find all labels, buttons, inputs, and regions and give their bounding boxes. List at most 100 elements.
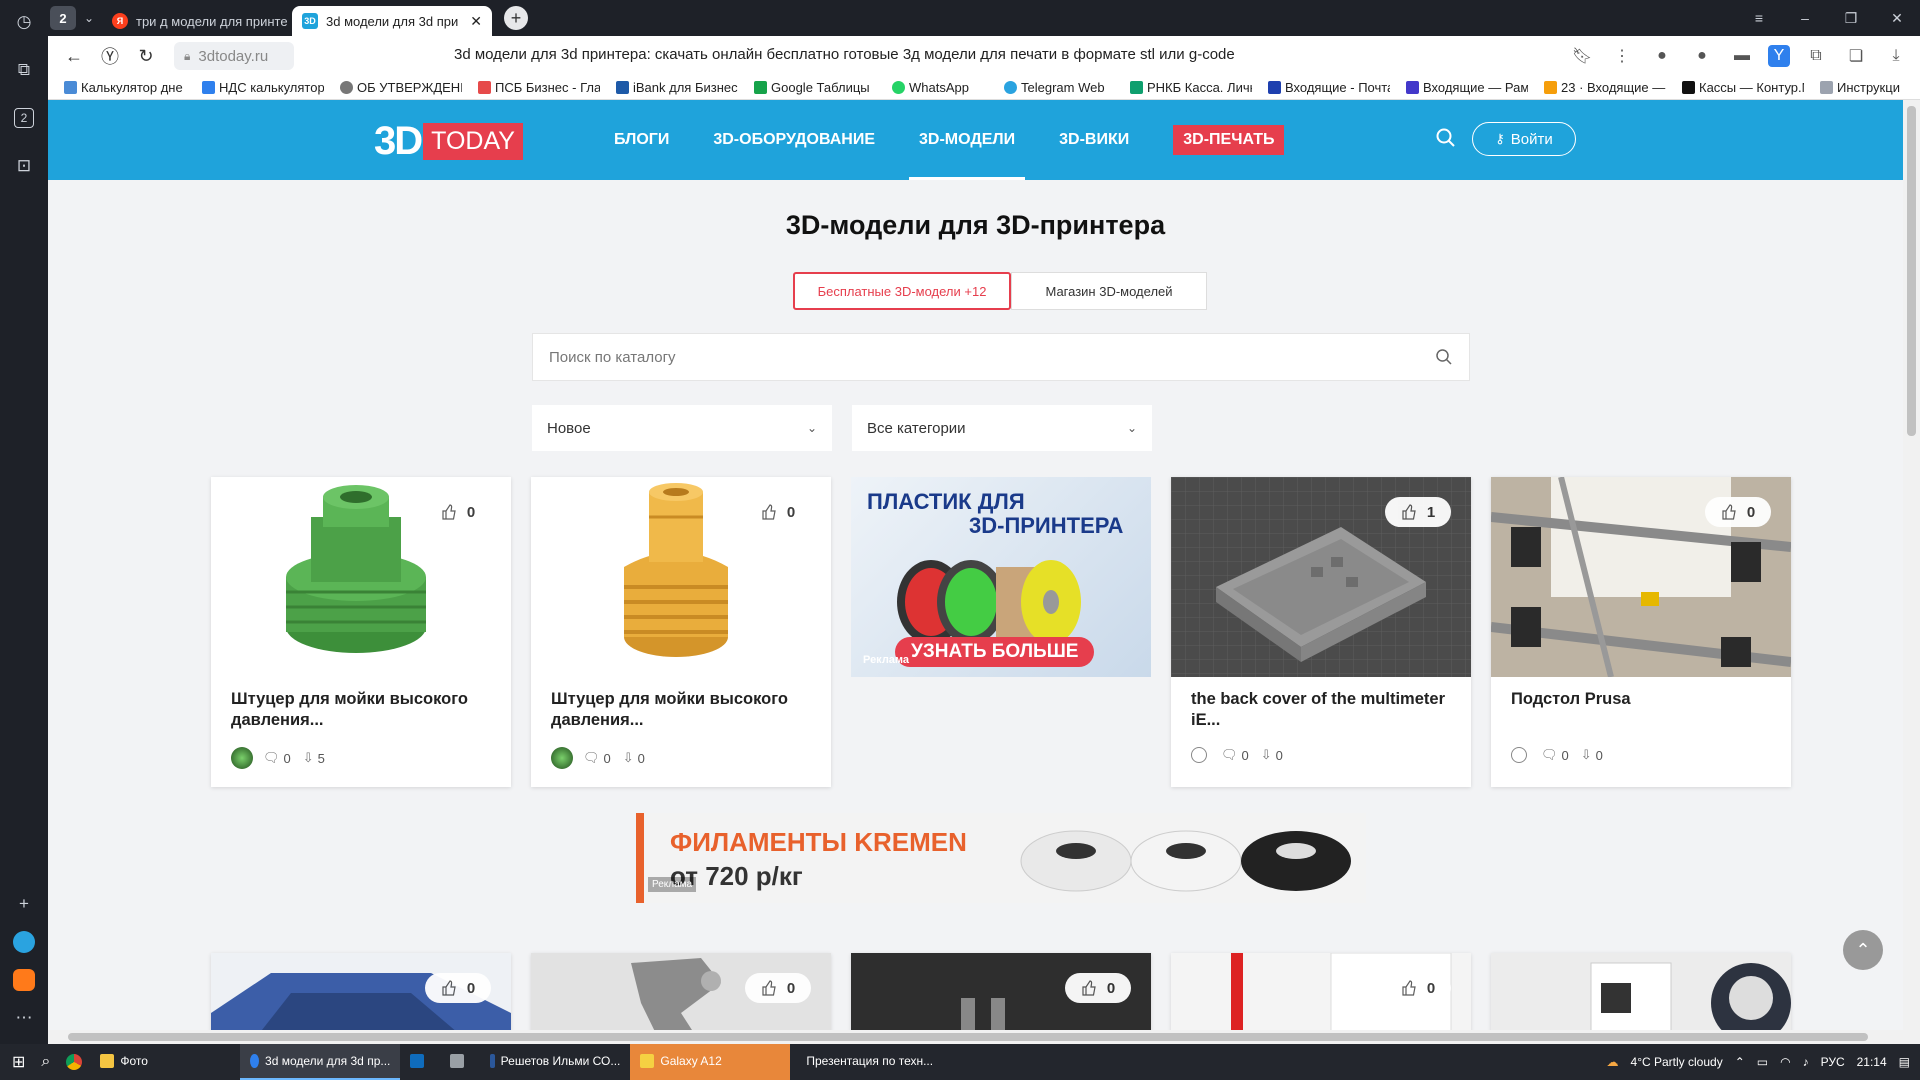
menu-icon[interactable]: ≡	[1736, 10, 1782, 27]
nav-models[interactable]: 3D-МОДЕЛИ	[908, 100, 1026, 180]
tab-free-models[interactable]: Бесплатные 3D-модели +12	[793, 272, 1011, 310]
explorer-icon[interactable]	[440, 1044, 480, 1080]
model-card[interactable]: 0 Штуцер для мойки высокого давления... …	[211, 477, 511, 787]
user-placeholder-icon[interactable]	[1191, 747, 1207, 763]
like-button[interactable]: 0	[1065, 973, 1131, 1003]
like-button[interactable]: 1	[1385, 497, 1451, 527]
model-title[interactable]: the back cover of the multimeter iE...	[1191, 689, 1451, 731]
model-card[interactable]: 1 the back cover of the multimeter iE...…	[1171, 477, 1471, 787]
tab-model-shop[interactable]: Магазин 3D-моделей	[1011, 272, 1207, 310]
puzzle-icon[interactable]: ⧉	[1802, 42, 1830, 70]
search-icon[interactable]	[1435, 348, 1453, 366]
collections-icon[interactable]: ⧉	[8, 54, 40, 86]
taskbar-app-photos[interactable]: Фото	[90, 1044, 240, 1080]
chrome-icon[interactable]	[58, 1044, 90, 1080]
bookmark-item[interactable]: НДС калькулятор	[202, 80, 324, 95]
extension-icon[interactable]: ●	[1688, 42, 1716, 70]
vertical-scrollbar[interactable]	[1903, 100, 1920, 1044]
mail-icon[interactable]	[400, 1044, 440, 1080]
yandex-shield-icon[interactable]: Y	[1768, 45, 1790, 67]
restore-icon[interactable]: ❐	[1828, 10, 1874, 27]
downloads-icon[interactable]: ⤓	[1882, 42, 1910, 70]
tab-yandex[interactable]: Я три д модели для принте	[102, 6, 292, 36]
bookmark-item[interactable]: Входящие - Почта	[1268, 80, 1390, 95]
ad-plastic[interactable]: ПЛАСТИК ДЛЯ 3D-ПРИНТЕРА УЗНАТЬ БОЛЬШЕ Ре…	[851, 477, 1151, 677]
model-title[interactable]: Подстол Prusa	[1511, 689, 1771, 710]
like-button[interactable]: 0	[425, 497, 491, 527]
tabs-badge-icon[interactable]: 2	[8, 102, 40, 134]
tab-count-badge[interactable]: 2	[50, 6, 76, 30]
new-tab-button[interactable]: +	[504, 6, 528, 30]
catalog-search-input[interactable]: Поиск по каталогу	[532, 333, 1470, 381]
close-window-icon[interactable]: ✕	[1874, 10, 1920, 27]
avatar[interactable]	[231, 747, 253, 769]
start-icon[interactable]: ⊞	[0, 1044, 33, 1080]
nav-blogs[interactable]: БЛОГИ	[614, 100, 669, 180]
like-button[interactable]: 0	[745, 497, 811, 527]
login-button[interactable]: ⚷ Войти	[1472, 122, 1576, 156]
telegram-icon[interactable]	[8, 926, 40, 958]
kebab-menu-icon[interactable]: ⋮	[1608, 42, 1636, 70]
extension-icon[interactable]: ▬	[1728, 42, 1756, 70]
extension-icon[interactable]: ●	[1648, 42, 1676, 70]
search-icon[interactable]	[1435, 127, 1457, 149]
scroll-top-button[interactable]: ⌃	[1843, 930, 1883, 970]
reload-icon[interactable]: ↻	[128, 46, 164, 67]
like-button[interactable]: 0	[425, 973, 491, 1003]
weather-text[interactable]: 4°C Partly cloudy	[1631, 1055, 1723, 1069]
site-logo[interactable]: 3D TODAY	[374, 119, 523, 164]
user-placeholder-icon[interactable]	[1511, 747, 1527, 763]
taskbar-app-browser[interactable]: 3d модели для 3d пр...	[240, 1044, 401, 1080]
bookmark-item[interactable]: Telegram Web	[1004, 80, 1114, 95]
bookmark-item[interactable]: WhatsApp	[892, 80, 988, 95]
close-icon[interactable]: ✕	[464, 13, 482, 30]
nav-equipment[interactable]: 3D-ОБОРУДОВАНИЕ	[713, 100, 875, 180]
bookmark-item[interactable]: Google Таблицы	[754, 80, 876, 95]
bookmark-item[interactable]: Входящие — Рамб	[1406, 80, 1528, 95]
yandex-home-icon[interactable]: Ⓨ	[92, 43, 128, 69]
model-card[interactable]: 0 Штуцер для мойки высокого давления... …	[531, 477, 831, 787]
model-card[interactable]: 0 Подстол Prusa 🗨︎ 0 ⇩ 0	[1491, 477, 1791, 787]
scrollbar-thumb[interactable]	[68, 1033, 1868, 1041]
scrollbar-thumb[interactable]	[1907, 106, 1916, 436]
bookmark-icon[interactable]: 🔖︎	[1568, 42, 1596, 70]
bookmark-item[interactable]: РНКБ Касса. Личн	[1130, 80, 1252, 95]
back-icon[interactable]: ←	[56, 46, 92, 67]
ad-cta-button[interactable]: УЗНАТЬ БОЛЬШЕ	[895, 637, 1095, 667]
chevron-down-icon[interactable]: ⌄	[76, 11, 102, 25]
like-button[interactable]: 0	[1705, 497, 1771, 527]
language-indicator[interactable]: РУС	[1821, 1055, 1845, 1069]
like-button[interactable]: 0	[745, 973, 811, 1003]
taskbar-app-galaxy[interactable]: Galaxy A12	[630, 1044, 791, 1080]
chevron-up-icon[interactable]: ⌃	[1735, 1055, 1745, 1069]
add-panel-icon[interactable]: +	[8, 888, 40, 920]
more-icon[interactable]: ⋯	[8, 1002, 40, 1034]
bookmark-item[interactable]: 23 · Входящие — Я	[1544, 80, 1666, 95]
sort-dropdown[interactable]: Новое ⌄	[532, 405, 832, 451]
wifi-icon[interactable]: ◠	[1780, 1055, 1790, 1069]
minimize-icon[interactable]: –	[1782, 10, 1828, 27]
search-icon[interactable]: ⌕	[33, 1044, 58, 1080]
taskbar-app-powerpoint[interactable]: Презентация по техн...	[790, 1044, 940, 1080]
model-title[interactable]: Штуцер для мойки высокого давления...	[551, 689, 811, 731]
mail-app-icon[interactable]	[8, 964, 40, 996]
category-dropdown[interactable]: Все категории ⌄	[852, 405, 1152, 451]
bookmark-item[interactable]: Калькулятор дне	[64, 80, 186, 95]
collections-icon[interactable]: ❏	[1842, 42, 1870, 70]
model-title[interactable]: Штуцер для мойки высокого давления...	[231, 689, 491, 731]
bookmark-item[interactable]: ПСБ Бизнес - Гла	[478, 80, 600, 95]
battery-icon[interactable]: ▭	[1757, 1055, 1768, 1069]
like-button[interactable]: 0	[1385, 973, 1451, 1003]
nav-wiki[interactable]: 3D-ВИКИ	[1059, 100, 1129, 180]
clock[interactable]: 21:14	[1857, 1055, 1887, 1069]
bookmark-item[interactable]: Кассы — Контур.М	[1682, 80, 1804, 95]
tab-3dtoday[interactable]: 3D 3d модели для 3d при ✕	[292, 6, 492, 36]
volume-icon[interactable]: ♪	[1803, 1055, 1809, 1069]
taskbar-app-word[interactable]: Решетов Ильми СО...	[480, 1044, 630, 1080]
bookmark-item[interactable]: ОБ УТВЕРЖДЕНИ	[340, 80, 462, 95]
bookmark-item[interactable]: iBank для Бизнеса	[616, 80, 738, 95]
horizontal-scrollbar[interactable]	[48, 1030, 1903, 1044]
bookmark-item[interactable]: Инструкция	[1820, 80, 1900, 95]
notifications-icon[interactable]: ▤	[1899, 1055, 1910, 1069]
ad-banner-kremen[interactable]: ФИЛАМЕНТЫ KREMEN от 720 р/кг Реклама	[636, 813, 1366, 903]
